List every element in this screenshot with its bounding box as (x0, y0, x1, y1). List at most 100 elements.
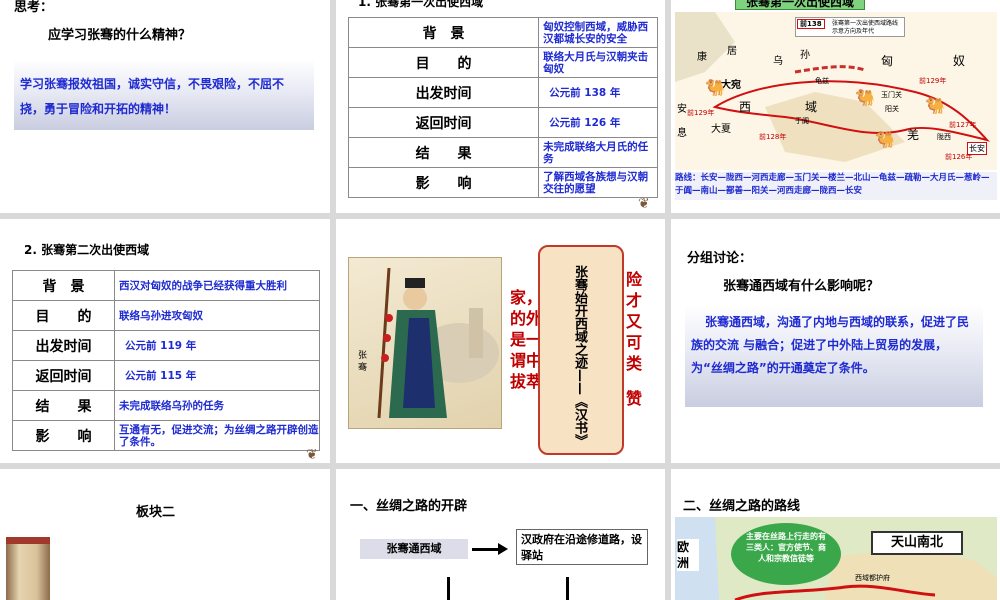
decor-icon: ❦ (638, 196, 650, 212)
mountain-range (794, 65, 866, 74)
slide-thumbnail-6[interactable]: 分组讨论： 张骞通西域有什么影响呢？ 张骞通西域，沟通了内地与西域的联系，促进了… (671, 219, 1000, 463)
continent-label: 欧洲 (677, 539, 699, 571)
table-row: 影 响了解西域各族想与汉朝交往的愿望 (347, 167, 658, 198)
camel-icon: 🐫 (705, 78, 725, 97)
scroll-banner: 张骞始开西域之迹——《汉书》 (538, 245, 624, 455)
zhang-qian-portrait: 张 骞 (348, 257, 502, 429)
slide-thumbnail-3[interactable]: 张骞第一次出使西域 前138 张骞第一次出使西域路线示意方向及年代 康 居 乌 … (671, 0, 1000, 213)
place-label: 西 (739, 100, 752, 114)
slide-thumbnail-5[interactable]: 张 骞 家， 的外 是一 谓中 拔萃 险 才 又 可 类 赞 张骞始开西域之迹—… (336, 219, 665, 463)
place-label: 陇西 (937, 133, 951, 141)
slide-sorter-grid: 思考： 应学习张骞的什么精神？ 学习张骞报效祖国，诚实守信，不畏艰险，不屈不挠，… (0, 0, 1000, 600)
map-terrain (675, 12, 735, 82)
row-value: 公元前 115 年 (114, 360, 320, 391)
row-value: 未完成联络大月氏的任务 (538, 137, 658, 168)
place-label: 阳关 (885, 105, 899, 113)
portrait-horse (469, 308, 483, 358)
row-value: 公元前 138 年 (538, 77, 658, 108)
year-label: 前129年 (919, 77, 947, 85)
row-value: 联络大月氏与汉朝夹击匈奴 (538, 47, 658, 78)
box-zhang-qian: 张骞通西域 (360, 539, 468, 559)
route-map: 前138 张骞第一次出使西域路线示意方向及年代 康 居 乌 孙 匈 奴 大宛 西… (675, 12, 997, 170)
place-label: 居 (727, 46, 737, 57)
camel-icon: 🐫 (855, 88, 875, 107)
row-value: 公元前 126 年 (538, 107, 658, 138)
row-value: 公元前 119 年 (114, 330, 320, 361)
place-label: 龟兹 (815, 77, 829, 85)
table-row: 目 的联络大月氏与汉朝夹击匈奴 (347, 47, 658, 78)
slide9-title: 二、丝绸之路的路线 (683, 499, 801, 514)
table-row: 返回时间 公元前 126 年 (347, 107, 658, 138)
table-row: 结 果未完成联络大月氏的任务 (347, 137, 658, 168)
table-row: 出发时间 公元前 119 年 (12, 330, 320, 361)
place-label: 息 (677, 128, 687, 139)
slide6-heading: 分组讨论： (687, 251, 753, 266)
scroll-rod (6, 537, 50, 544)
row-key: 背 景 (347, 17, 540, 48)
row-key: 影 响 (12, 420, 115, 451)
quote-line: 才 (626, 291, 643, 310)
callout-tianshan: 天山南北 (871, 531, 963, 555)
row-key: 返回时间 (12, 360, 115, 391)
slide1-answer: 学习张骞报效祖国，诚实守信，不畏艰险，不屈不挠，勇于冒险和开拓的精神！ (14, 60, 314, 130)
slide4-title: 2. 张骞第二次出使西域 (24, 243, 150, 257)
row-key: 出发时间 (12, 330, 115, 361)
slide7-title: 板块二 (136, 505, 176, 520)
place-label: 康 (697, 52, 707, 63)
box-government: 汉政府在沿途修道路，设驿站 (516, 529, 648, 565)
legend-year: 前138 (797, 19, 825, 29)
row-key: 背 景 (12, 270, 115, 301)
portrait-staff (377, 267, 391, 419)
slide3-route-text: 路线：长安—陇西—河西走廊—玉门关—楼兰—北山—龟兹—疏勒—大月氏—葱岭—于阗—… (675, 172, 997, 200)
silk-road-map: 欧洲 主要在丝路上行走的有三类人：官方使节、商人和宗教信徒等 天山南北 西域都护… (675, 517, 997, 600)
row-key: 返回时间 (347, 107, 540, 138)
row-key: 结 果 (12, 390, 115, 421)
scroll-text: 张骞始开西域之迹——《汉书》 (572, 265, 587, 447)
table-row: 背 景西汉对匈奴的战争已经获得重大胜利 (12, 270, 320, 301)
year-label: 前129年 (687, 109, 715, 117)
place-label: 乌 (773, 56, 783, 67)
map-label: 西域都护府 (855, 574, 890, 582)
quote-line: 可 (626, 333, 643, 352)
row-value: 西汉对匈奴的战争已经获得重大胜利 (114, 270, 320, 301)
place-label: 域 (805, 100, 818, 114)
row-value: 联络乌孙进攻匈奴 (114, 300, 320, 331)
year-label: 前128年 (759, 133, 787, 141)
quote-right-column: 险 才 又 可 类 赞 (626, 269, 642, 409)
portrait-tassel (383, 334, 391, 342)
scroll-image (6, 537, 50, 600)
slide-thumbnail-2[interactable]: 1. 张骞第一次出使西域 背 景匈奴控制西域，威胁西汉都城长安的安全 目 的联络… (336, 0, 665, 213)
slide8-title: 一、丝绸之路的开辟 (350, 499, 468, 514)
connector-line (566, 577, 569, 600)
slide-thumbnail-4[interactable]: 2. 张骞第二次出使西域 背 景西汉对匈奴的战争已经获得重大胜利 目 的联络乌孙… (0, 219, 330, 463)
place-label: 安 (677, 104, 687, 115)
table-row: 结 果未完成联络乌孙的任务 (12, 390, 320, 421)
table-row: 目 的联络乌孙进攻匈奴 (12, 300, 320, 331)
table-row: 影 响互通有无，促进交流；为丝绸之路开辟创造了条件。 (12, 420, 320, 451)
slide-thumbnail-7[interactable]: 板块二 (0, 469, 330, 600)
row-value: 匈奴控制西域，威胁西汉都城长安的安全 (538, 17, 658, 48)
slide1-question: 应学习张骞的什么精神？ (48, 28, 192, 43)
quote-line: 类 (626, 354, 643, 373)
year-label: 前127年 (949, 121, 977, 129)
portrait-caption: 张 骞 (356, 350, 366, 371)
row-value: 互通有无，促进交流；为丝绸之路开辟创造了条件。 (114, 420, 320, 451)
slide6-answer: 张骞通西域，沟通了内地与西域的联系，促进了民族的交流 与融合；促进了中外陆上贸易… (685, 305, 983, 407)
place-label: 奴 (953, 54, 966, 68)
slide2-title: 1. 张骞第一次出使西域 (358, 0, 484, 9)
row-key: 目 的 (347, 47, 540, 78)
slide3-title: 张骞第一次出使西域 (735, 0, 865, 10)
slide-thumbnail-1[interactable]: 思考： 应学习张骞的什么精神？ 学习张骞报效祖国，诚实守信，不畏艰险，不屈不挠，… (0, 0, 330, 213)
table-row: 出发时间 公元前 138 年 (347, 77, 658, 108)
place-label: 羌 (907, 128, 920, 142)
slide4-info-table: 背 景西汉对匈奴的战争已经获得重大胜利 目 的联络乌孙进攻匈奴 出发时间 公元前 … (12, 270, 320, 451)
slide6-question: 张骞通西域有什么影响呢？ (723, 279, 880, 294)
place-label: 于阗 (795, 117, 809, 125)
decor-icon: ❦ (306, 447, 318, 463)
slide-thumbnail-8[interactable]: 一、丝绸之路的开辟 张骞通西域 汉政府在沿途修道路，设驿站 (336, 469, 665, 600)
portrait-head (403, 286, 427, 310)
quote-line: 险 (626, 270, 643, 289)
slide-thumbnail-9[interactable]: 二、丝绸之路的路线 欧洲 主要在丝路上行走的有三类人：官方使节、商人和宗教信徒等… (671, 469, 1000, 600)
table-row: 返回时间 公元前 115 年 (12, 360, 320, 391)
connector-line (447, 577, 450, 600)
